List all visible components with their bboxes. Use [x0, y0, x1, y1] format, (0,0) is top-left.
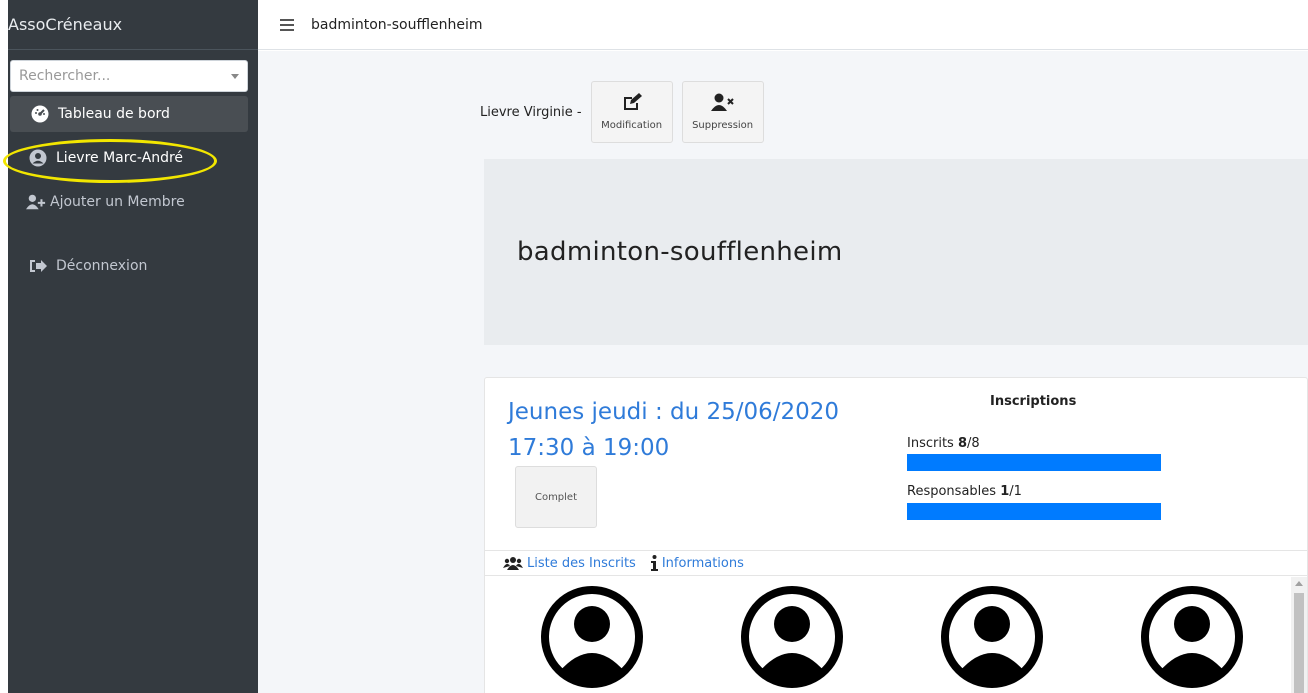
scroll-up-icon[interactable] — [1295, 581, 1303, 586]
user-name: Lievre Virginie - — [480, 104, 582, 120]
topbar-title: badminton-soufflenheim — [311, 16, 483, 33]
sidebar: AssoCréneaux Rechercher... Tableau de bo… — [8, 0, 258, 693]
member-avatar[interactable] — [1141, 586, 1243, 688]
slot-card: Jeunes jeudi : du 25/06/2020 17:30 à 19:… — [484, 377, 1308, 693]
inscrits-count: 8 — [957, 436, 968, 451]
user-times-icon — [710, 93, 735, 114]
tachometer-icon — [30, 104, 50, 124]
responsables-label: Responsables — [907, 484, 997, 499]
tab-inscrits[interactable]: Liste des Inscrits — [503, 556, 636, 571]
member-avatar[interactable] — [941, 586, 1043, 688]
sidebar-item-add-member[interactable]: Ajouter un Membre — [8, 184, 248, 220]
modify-button[interactable]: Modification — [590, 81, 673, 143]
menu-icon[interactable] — [280, 18, 294, 31]
responsables-total: /1 — [1009, 484, 1022, 499]
user-toolbar: Lievre Virginie - Modification Suppressi… — [480, 77, 1308, 147]
inscrits-progress-bar — [907, 454, 1161, 471]
main-content: Lievre Virginie - Modification Suppressi… — [258, 51, 1308, 693]
tab-label: Informations — [661, 555, 744, 571]
tab-label: Liste des Inscrits — [527, 555, 636, 571]
info-icon — [650, 555, 658, 571]
search-select[interactable]: Rechercher... — [10, 60, 248, 92]
slot-tabs: Liste des Inscrits Informations — [485, 550, 1308, 576]
inscrits-text: Inscrits 8/8 — [907, 436, 980, 451]
members-list — [485, 578, 1293, 693]
sidebar-item-logout[interactable]: Déconnexion — [8, 248, 248, 284]
annotation-highlight — [3, 139, 217, 183]
inscriptions-title: Inscriptions — [990, 394, 1077, 409]
inscrits-label: Inscrits — [907, 436, 954, 451]
chevron-down-icon — [231, 73, 239, 79]
brand-title[interactable]: AssoCréneaux — [8, 0, 258, 50]
responsables-count: 1 — [1000, 484, 1010, 499]
member-avatar[interactable] — [541, 586, 643, 688]
user-plus-icon — [26, 192, 46, 212]
sidebar-item-dashboard[interactable]: Tableau de bord — [10, 96, 248, 132]
edit-icon — [622, 93, 642, 114]
sidebar-item-label: Tableau de bord — [58, 106, 170, 122]
scroll-thumb[interactable] — [1294, 593, 1304, 693]
topbar: badminton-soufflenheim — [258, 0, 1308, 50]
users-icon — [503, 556, 523, 570]
delete-button[interactable]: Suppression — [681, 81, 764, 143]
sidebar-item-label: Ajouter un Membre — [50, 194, 185, 210]
search-placeholder: Rechercher... — [19, 68, 111, 84]
sign-out-icon — [28, 256, 48, 276]
responsables-progress-bar — [907, 503, 1161, 520]
inscrits-total: /8 — [967, 436, 980, 451]
association-banner: badminton-soufflenheim — [484, 159, 1308, 345]
member-avatar[interactable] — [741, 586, 843, 688]
page-title: badminton-soufflenheim — [517, 237, 843, 267]
slot-title[interactable]: Jeunes jeudi : du 25/06/2020 17:30 à 19:… — [508, 394, 868, 466]
delete-label: Suppression — [692, 120, 754, 131]
tab-informations[interactable]: Informations — [650, 555, 744, 571]
sidebar-item-label: Déconnexion — [56, 258, 148, 274]
members-scrollbar[interactable] — [1291, 577, 1307, 693]
modify-label: Modification — [601, 120, 663, 131]
responsables-text: Responsables 1/1 — [907, 484, 1022, 499]
status-button[interactable]: Complet — [515, 466, 597, 528]
